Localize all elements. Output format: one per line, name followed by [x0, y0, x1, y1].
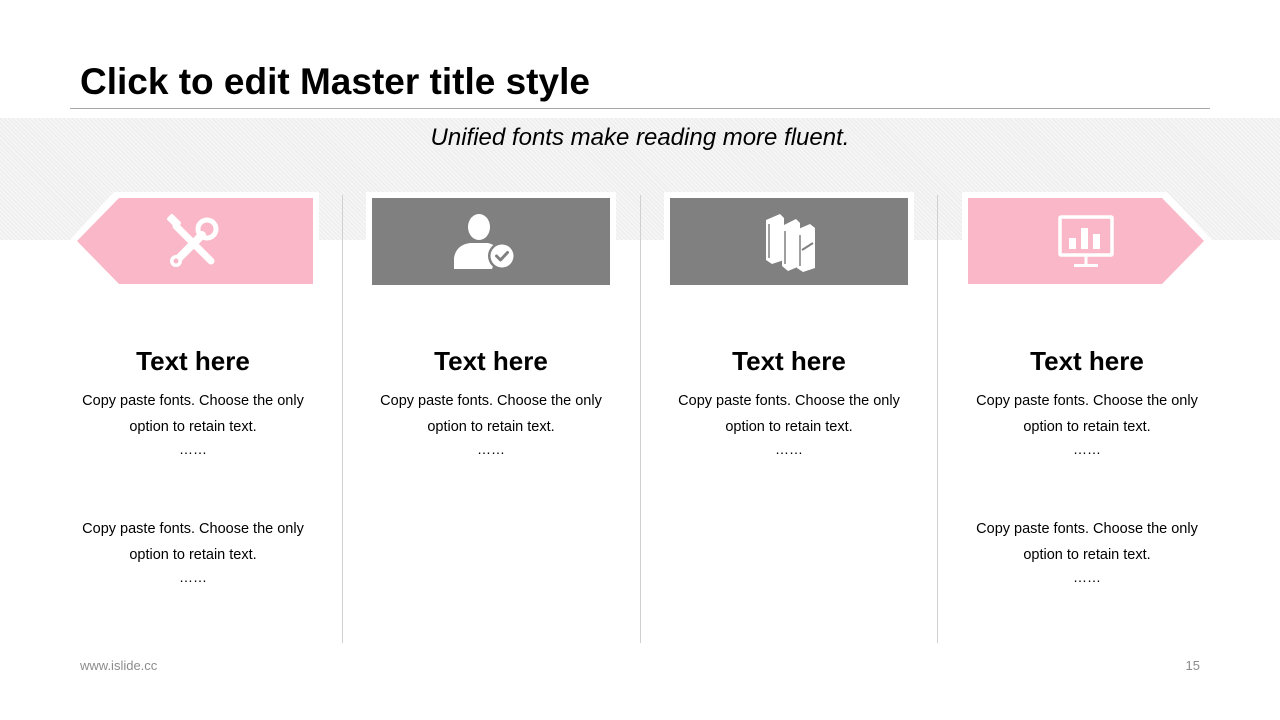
column-text[interactable]: Copy paste fonts. Choose the only option…	[957, 388, 1217, 440]
column-divider	[342, 195, 343, 643]
column-ellipsis: ……	[1073, 569, 1101, 585]
column-ellipsis: ……	[179, 441, 207, 457]
column-heading[interactable]: Text here	[659, 340, 919, 382]
user-check-icon	[452, 212, 518, 277]
column-4: Text here Copy paste fonts. Choose the o…	[957, 340, 1217, 586]
column-divider	[640, 195, 641, 643]
column-ellipsis: ……	[477, 441, 505, 457]
column-text[interactable]: Copy paste fonts. Choose the only option…	[659, 388, 919, 440]
column-heading[interactable]: Text here	[63, 340, 323, 382]
column-1: Text here Copy paste fonts. Choose the o…	[63, 340, 323, 586]
footer-url: www.islide.cc	[80, 658, 158, 673]
presentation-chart-icon	[1057, 214, 1115, 275]
column-heading[interactable]: Text here	[957, 340, 1217, 382]
page-number: 15	[1185, 658, 1200, 673]
column-text-secondary[interactable]: Copy paste fonts. Choose the only option…	[63, 516, 323, 568]
column-ellipsis: ……	[179, 569, 207, 585]
column-heading[interactable]: Text here	[361, 340, 621, 382]
column-text[interactable]: Copy paste fonts. Choose the only option…	[361, 388, 621, 440]
slide-title[interactable]: Click to edit Master title style	[80, 60, 1180, 104]
column-text[interactable]: Copy paste fonts. Choose the only option…	[63, 388, 323, 440]
tools-icon	[164, 214, 222, 277]
books-icon	[760, 210, 818, 279]
column-divider	[937, 195, 938, 643]
slide-subtitle[interactable]: Unified fonts make reading more fluent.	[0, 124, 1280, 152]
column-ellipsis: ……	[1073, 441, 1101, 457]
title-underline	[70, 108, 1210, 109]
column-ellipsis: ……	[775, 441, 803, 457]
column-2: Text here Copy paste fonts. Choose the o…	[361, 340, 621, 458]
column-text-secondary[interactable]: Copy paste fonts. Choose the only option…	[957, 516, 1217, 568]
column-3: Text here Copy paste fonts. Choose the o…	[659, 340, 919, 458]
